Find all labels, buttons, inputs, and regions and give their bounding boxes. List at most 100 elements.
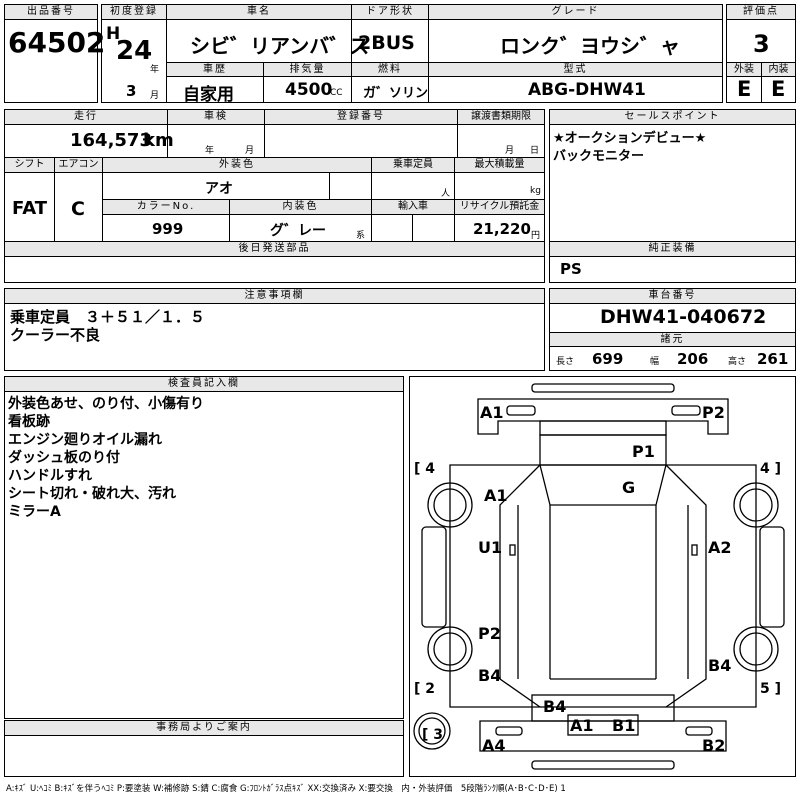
int-color-suffix: 系	[356, 231, 366, 241]
shift: FAT	[12, 198, 48, 219]
year-unit: 年	[150, 65, 160, 75]
fuel: ガ゛ソリン	[363, 86, 429, 101]
history: 自家用	[183, 85, 234, 105]
displacement-label: 排気量	[263, 62, 352, 77]
later-parts-label: 後日発送部品	[4, 241, 545, 257]
mark-left-rear-wheel: P2	[478, 624, 501, 643]
sales-label: セールスポイント	[549, 109, 796, 125]
height-label: 高さ	[728, 357, 747, 367]
length-label: 長さ	[556, 357, 575, 367]
load-unit: kg	[530, 186, 541, 196]
color-no: 999	[152, 220, 184, 238]
int-color: グ゛レー	[270, 223, 326, 239]
import-cell-b	[412, 214, 455, 242]
inspector-line: 看板跡	[8, 414, 50, 430]
displacement-unit: CC	[330, 88, 343, 98]
sales-point: ★オークションデビュー★	[553, 131, 707, 146]
note-line: クーラー不良	[10, 326, 101, 344]
inspector-line: ダッシュ板のり付	[8, 450, 120, 466]
inspection-label: 車検	[167, 109, 265, 125]
mileage-label: 走行	[4, 109, 168, 125]
mileage: 164,573	[70, 130, 152, 151]
legend: A:ｷｽﾞ U:ﾍｺﾐ B:ｷｽﾞを伴うﾍｺﾐ P:要塗装 W:補修跡 S:錆 …	[6, 784, 566, 794]
score-label: 評価点	[726, 4, 796, 20]
shift-label: シフト	[4, 157, 55, 173]
capacity-unit: 人	[441, 189, 451, 199]
color-label: 外装色	[102, 157, 372, 173]
transfer-month-unit: 月	[505, 146, 515, 156]
int-grade: E	[771, 77, 786, 101]
door: 2BUS	[358, 32, 415, 54]
first-reg-label: 初度登録	[101, 4, 167, 20]
mark-left-side: U1	[478, 538, 502, 557]
grade: ロンク゛ヨウシ゛ャ	[500, 34, 680, 58]
corner-tl: [ 4	[414, 461, 435, 477]
car-name-label: 車名	[166, 4, 352, 20]
car-name: シビ゛リアンバ゛ス	[190, 34, 370, 58]
insp-month-unit: 月	[245, 146, 255, 156]
mark-rear-right: B2	[702, 736, 725, 755]
genuine: PS	[560, 260, 582, 278]
color-extra-cell	[329, 172, 372, 200]
inspector-label: 検査員記入欄	[4, 376, 404, 392]
recycle: 21,220	[473, 220, 531, 238]
mark-left-rear: B4	[478, 666, 501, 685]
int-color-label: 内装色	[229, 199, 372, 215]
damage-diagram: A1 P2 P1 G A1 U1 A2 P2 B4 B4 B4 A1 B1 A4…	[409, 376, 796, 777]
capacity-label: 乗車定員	[371, 157, 455, 173]
sales-points: ★オークションデビュー★ バックモニター	[553, 130, 706, 166]
transfer-day-unit: 日	[530, 146, 540, 156]
corner-br: 5 ]	[760, 681, 781, 697]
door-label: ドア形状	[351, 4, 429, 20]
color: アオ	[205, 181, 233, 197]
score: 3	[753, 30, 770, 58]
insp-year-unit: 年	[205, 146, 215, 156]
length: 699	[592, 350, 624, 368]
lot-no: 64502	[8, 26, 106, 59]
width: 206	[677, 350, 709, 368]
mark-rear-top: B4	[543, 697, 566, 716]
inspector-line: 外装色あせ、のり付、小傷有り	[8, 396, 204, 412]
reg-month: 3	[126, 82, 137, 100]
sales-point: バックモニター	[553, 149, 645, 164]
mark-rear-a1: A1	[570, 716, 594, 735]
model: ABG-DHW41	[528, 80, 646, 100]
mark-front-right: P2	[702, 403, 725, 422]
ext-grade: E	[737, 77, 752, 101]
mark-right-rear-wheel: B4	[708, 656, 731, 675]
notes-label: 注意事項欄	[4, 288, 545, 304]
ac-label: エアコン	[54, 157, 103, 173]
note-line: 乗車定員 ３＋５１／１．５	[10, 308, 206, 326]
recycle-label: リサイクル預託金	[454, 199, 545, 215]
mark-rear-left: A4	[482, 736, 506, 755]
grade-label: グレード	[428, 4, 723, 20]
mark-roof-front: P1	[632, 442, 655, 461]
mark-right-side: A2	[708, 538, 732, 557]
import-cell-a	[371, 214, 413, 242]
plate-cell	[264, 124, 458, 158]
office-cell	[4, 735, 404, 777]
mark-rear-b1: B1	[612, 716, 635, 735]
chassis: DHW41-040672	[600, 306, 767, 328]
displacement: 4500	[285, 80, 333, 100]
inspector-line: エンジン廻りオイル漏れ	[8, 432, 162, 448]
corner-bl: [ 2	[414, 681, 435, 697]
month-unit: 月	[150, 91, 160, 101]
fuel-label: 燃料	[351, 62, 429, 77]
model-label: 型式	[428, 62, 723, 77]
int-label: 内装	[761, 62, 796, 77]
transfer-label: 譲渡書類期限	[457, 109, 545, 125]
mark-left-front-wheel: A1	[484, 486, 508, 505]
lot-no-label: 出品番号	[4, 4, 98, 20]
inspector-notes: 外装色あせ、のり付、小傷有り 看板跡 エンジン廻りオイル漏れ ダッシュ板のり付 …	[8, 395, 204, 521]
load-label: 最大積載量	[454, 157, 545, 173]
later-parts-cell	[4, 256, 545, 283]
mark-front-left: A1	[480, 403, 504, 422]
office-label: 事務局よりご案内	[4, 720, 404, 736]
chassis-label: 車台番号	[549, 288, 796, 304]
genuine-cell	[549, 256, 796, 283]
specs-label: 諸元	[549, 332, 796, 347]
ext-label: 外装	[726, 62, 762, 77]
history-label: 車歴	[166, 62, 264, 77]
inspector-line: ハンドルすれ	[8, 468, 92, 484]
